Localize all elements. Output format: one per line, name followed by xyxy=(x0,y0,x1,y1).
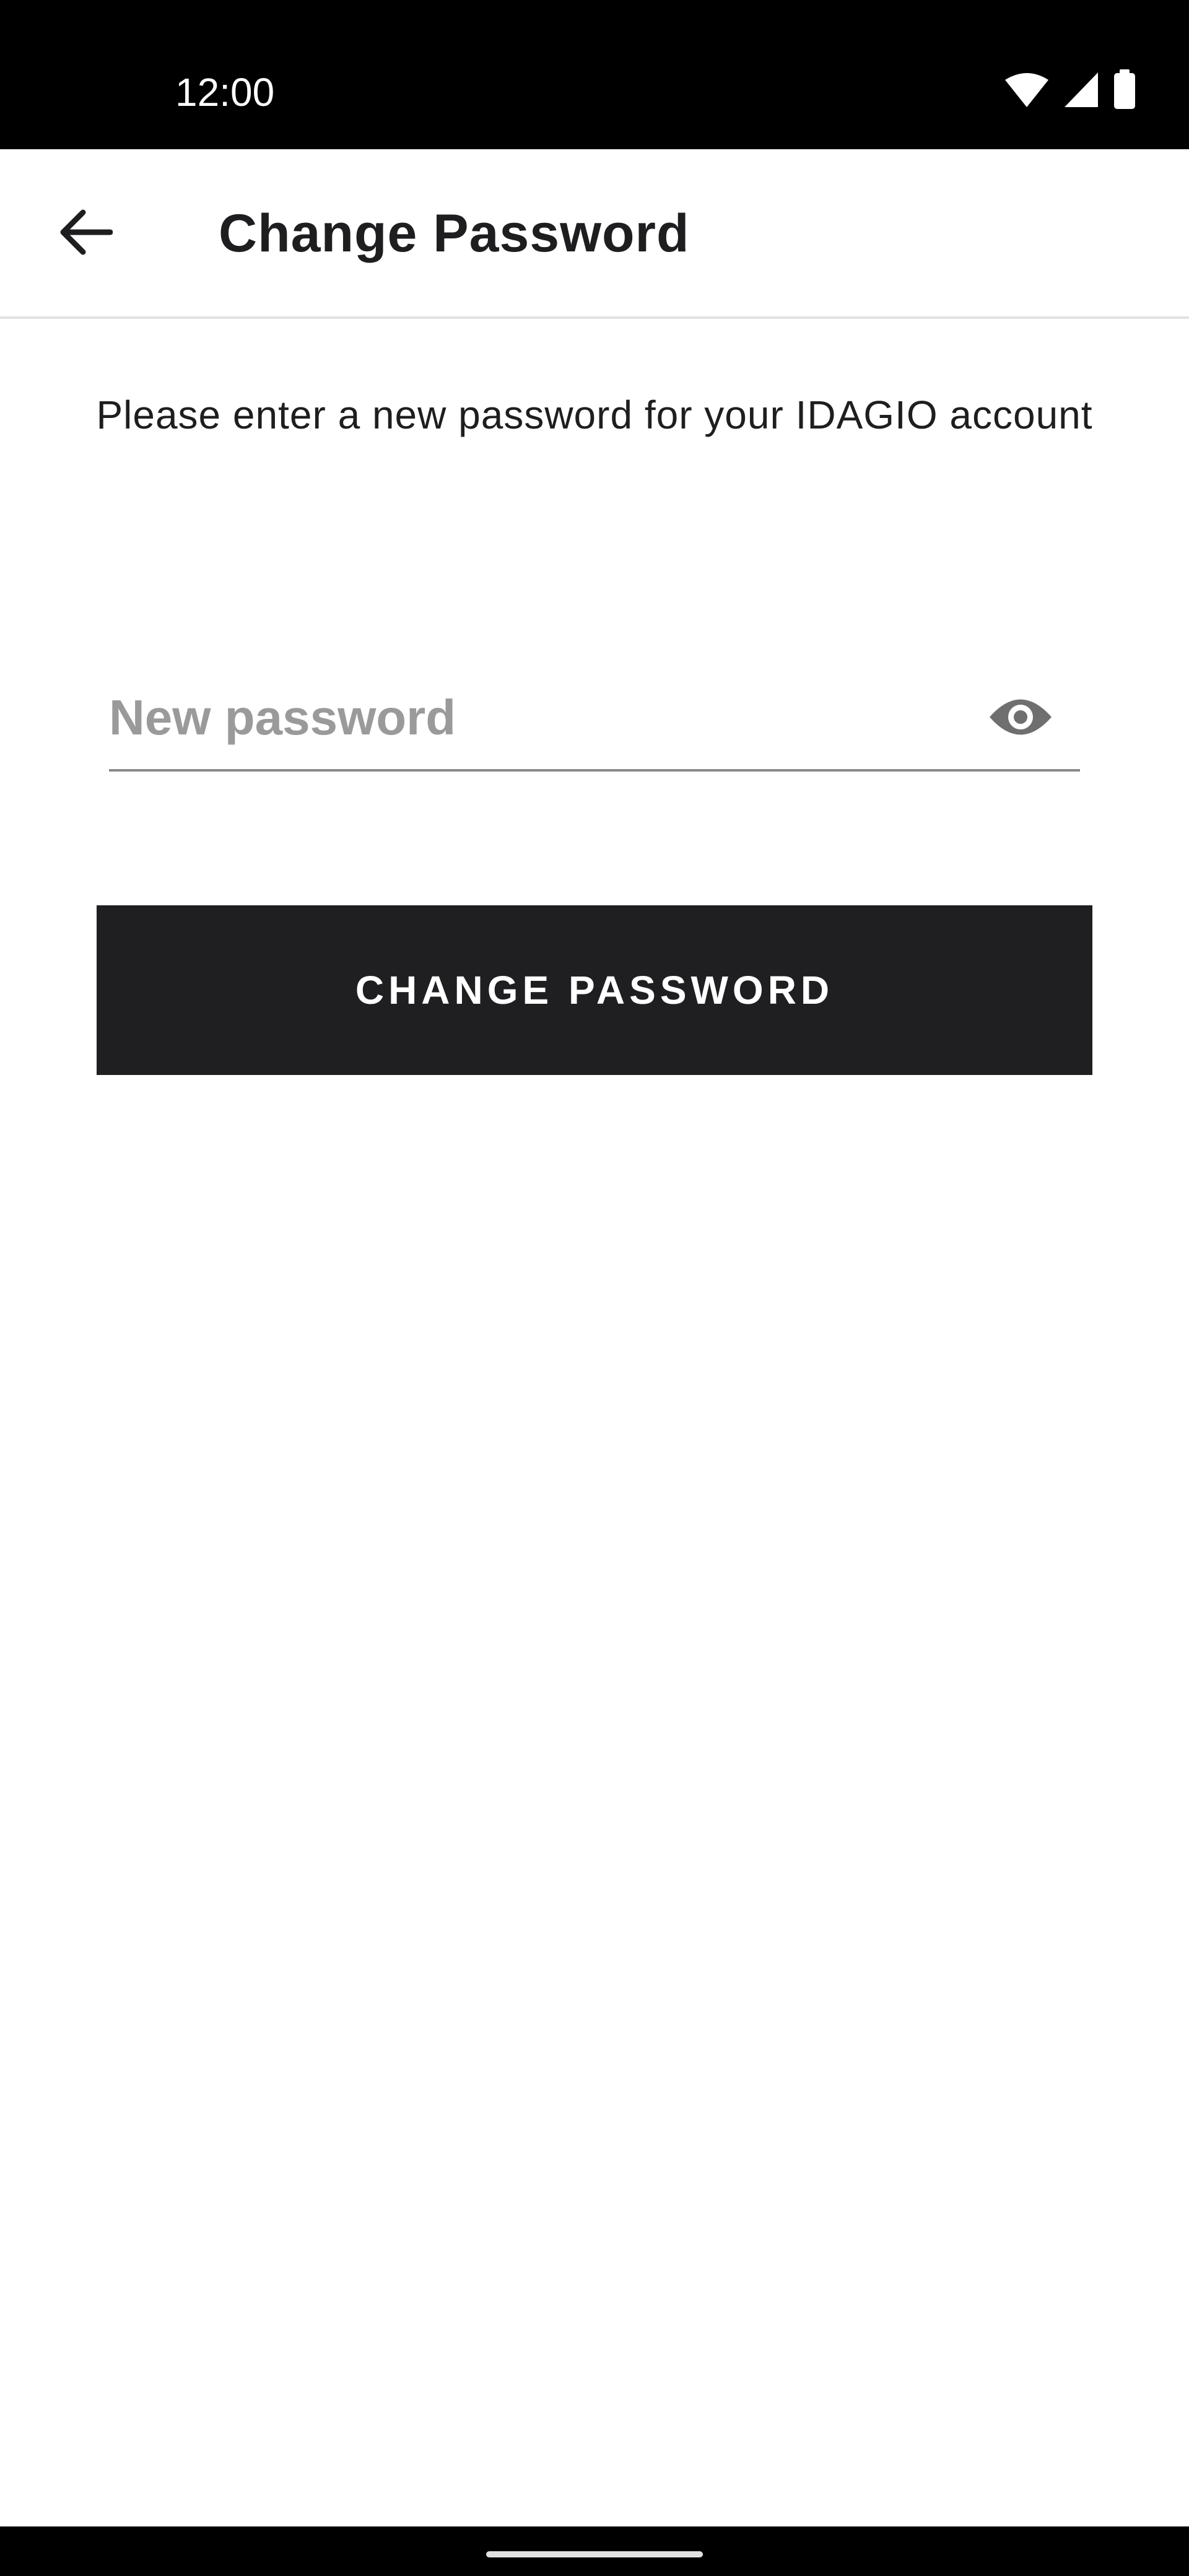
back-button[interactable] xyxy=(45,193,126,274)
navigation-bar xyxy=(0,2526,1189,2576)
instruction-text: Please enter a new password for your IDA… xyxy=(96,393,1093,437)
status-icons xyxy=(1004,68,1136,111)
signal-icon xyxy=(1063,71,1099,108)
new-password-field xyxy=(109,675,1080,772)
home-indicator[interactable] xyxy=(486,2551,703,2557)
arrow-left-icon xyxy=(58,209,113,259)
eye-icon xyxy=(987,695,1054,742)
new-password-input[interactable] xyxy=(109,684,964,752)
show-password-toggle[interactable] xyxy=(983,687,1058,749)
change-password-button[interactable]: CHANGE PASSWORD xyxy=(97,905,1092,1075)
app-bar: Change Password xyxy=(0,149,1189,319)
status-time: 12:00 xyxy=(175,70,275,115)
change-password-screen: 12:00 Change Password Please enter a new… xyxy=(0,0,1189,2576)
battery-icon xyxy=(1113,69,1136,110)
wifi-icon xyxy=(1004,71,1050,108)
page-title: Change Password xyxy=(219,204,690,263)
status-bar: 12:00 xyxy=(0,0,1189,149)
